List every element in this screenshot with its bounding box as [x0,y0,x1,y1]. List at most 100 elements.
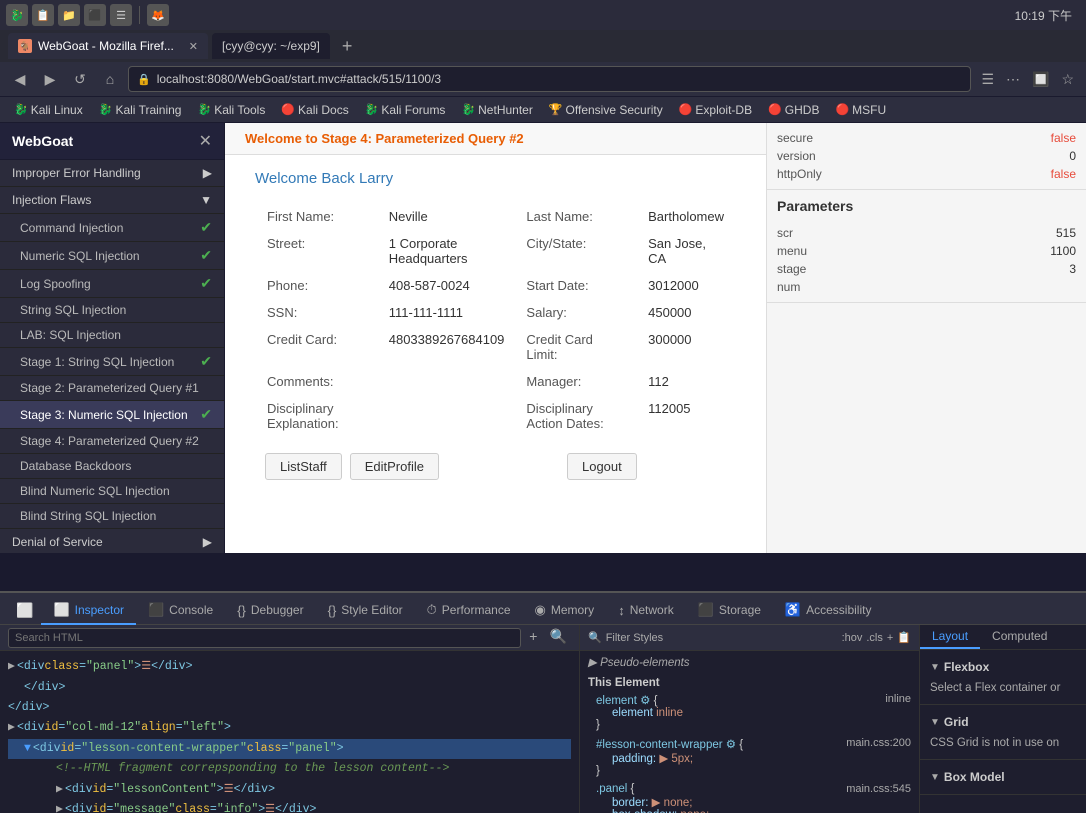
pocket-icon[interactable]: 🔲 [1028,69,1053,90]
sidebar-close-button[interactable]: ✕ [199,131,212,151]
storage-icon: ⬛ [698,602,714,618]
taskbar-dragon-icon[interactable]: 🐉 [6,4,28,26]
extensions-icon[interactable]: ⋯ [1002,69,1024,90]
sidebar-item-numeric-sql[interactable]: Numeric SQL Injection ✔ [0,242,224,270]
html-line-selected[interactable]: ▼ <div id="lesson-content-wrapper" class… [8,739,571,759]
sidebar-item-stage3[interactable]: Stage 3: Numeric SQL Injection ✔ [0,401,224,429]
style-close-brace: } [596,765,911,777]
reload-button[interactable]: ↺ [68,67,92,91]
sidebar-item-stage4[interactable]: Stage 4: Parameterized Query #2 [0,429,224,454]
label-disc-dates: Disciplinary Action Dates: [516,396,636,436]
layout-tab-layout[interactable]: Layout [920,625,980,649]
sidebar-item-command-injection[interactable]: Command Injection ✔ [0,214,224,242]
star-icon[interactable]: ☆ [1057,69,1078,90]
bookmark-nethunter[interactable]: 🐉 NetHunter [455,101,538,119]
devtools-picktool[interactable]: ⬜ [8,597,41,625]
bookmark-offensive-security[interactable]: 🏆 Offensive Security [543,101,669,119]
value-citystate: San Jose, CA [638,231,734,271]
label-salary: Salary: [516,300,636,325]
sidebar-item-blind-string[interactable]: Blind String SQL Injection [0,504,224,529]
devtools-tab-storage[interactable]: ⬛ Storage [686,597,773,625]
html-panel: + 🔍 ▶ <div class="panel"> ☰ </div> </div… [0,625,580,813]
home-button[interactable]: ⌂ [98,67,122,91]
table-row: Disciplinary Explanation: Disciplinary A… [257,396,734,436]
forward-button[interactable]: ▶ [38,67,62,91]
copy-rules-button[interactable]: 📋 [897,631,911,644]
html-line: <!--HTML fragment correpsponding to the … [8,759,571,779]
bookmark-kali-forums[interactable]: 🐉 Kali Forums [359,101,452,119]
browser-tab-close[interactable]: ✕ [189,40,198,53]
chevron-icon: ▼ [930,772,940,783]
value-disc-explain [379,396,515,436]
devtools-tab-console[interactable]: ⬛ Console [136,597,225,625]
taskbar-terminal-icon[interactable]: ⬛ [84,4,106,26]
hov-button[interactable]: :hov [842,632,863,644]
devtools-tab-debugger[interactable]: {} Debugger [225,597,315,625]
arrow-icon: ▶ [203,166,212,180]
html-line: </div> [8,698,571,718]
sidebar-item-lab-sql[interactable]: LAB: SQL Injection [0,323,224,348]
bookmark-kali-training[interactable]: 🐉 Kali Training [93,101,188,119]
taskbar-workspace-icon[interactable]: 📋 [32,4,54,26]
back-button[interactable]: ◀ [8,67,32,91]
style-source-main200: main.css:200 [846,737,911,749]
list-staff-button[interactable]: ListStaff [265,453,342,480]
html-line: ▶ <div class="panel"> ☰ </div> [8,657,571,678]
sidebar-item-string-sql[interactable]: String SQL Injection [0,298,224,323]
network-icon: ↕ [618,603,625,618]
devtools-tab-performance[interactable]: ⏱ Performance [415,597,523,625]
sidebar-item-stage1[interactable]: Stage 1: String SQL Injection ✔ [0,348,224,376]
address-bar[interactable]: 🔒 localhost:8080/WebGoat/start.mvc#attac… [128,66,971,92]
devtools-tab-memory[interactable]: ◉ Memory [523,597,607,625]
logout-button[interactable]: Logout [567,453,637,480]
new-tab-button[interactable]: + [334,36,361,57]
sidebar-item-blind-numeric[interactable]: Blind Numeric SQL Injection [0,479,224,504]
bookmark-ghdb[interactable]: 🔴 GHDB [762,101,825,119]
browser-tab-terminal[interactable]: [cyy@cyy: ~/exp9] [212,33,330,59]
pseudo-elements-header[interactable]: ▶ Pseudo-elements [588,655,911,669]
devtools-tab-network[interactable]: ↕ Network [606,597,686,625]
devtools-tab-accessibility[interactable]: ♿ Accessibility [773,597,884,625]
bookmark-kali-linux[interactable]: 🐉 Kali Linux [8,101,89,119]
storage-label: Storage [719,603,761,617]
value-startdate: 3012000 [638,273,734,298]
sidebar-section-dos[interactable]: Denial of Service ▶ [0,529,224,553]
bookmark-exploit-db[interactable]: 🔴 Exploit-DB [673,101,758,119]
sidebar-section-improper-error[interactable]: Improper Error Handling ▶ [0,160,224,187]
welcome-name: Larry [359,170,393,187]
pick-element-button[interactable]: 🔍 [546,629,571,646]
layout-flexbox-section: ▼ Flexbox Select a Flex container or [920,650,1086,705]
taskbar-files-icon[interactable]: 📁 [58,4,80,26]
bookmarks-icon[interactable]: ☰ [977,69,998,90]
value-creditcard: 4803389267684109 [379,327,515,367]
boxmodel-header[interactable]: ▼ Box Model [930,766,1076,788]
devtools: ⬜ ⬜ Inspector ⬛ Console {} Debugger {} S… [0,591,1086,813]
browser-chrome: ◀ ▶ ↺ ⌂ 🔒 localhost:8080/WebGoat/start.m… [0,62,1086,97]
edit-profile-button[interactable]: EditProfile [350,453,439,480]
add-rule-button[interactable]: + [887,632,893,644]
add-node-button[interactable]: + [525,630,541,646]
devtools-tab-inspector[interactable]: ⬜ Inspector [41,597,136,625]
grid-header[interactable]: ▼ Grid [930,711,1076,733]
taskbar-firefox-icon[interactable]: 🦊 [147,4,169,26]
sidebar-item-db-backdoors[interactable]: Database Backdoors [0,454,224,479]
layout-tab-computed[interactable]: Computed [980,625,1059,649]
bookmark-kali-docs[interactable]: 🔴 Kali Docs [275,101,354,119]
devtools-tab-style-editor[interactable]: {} Style Editor [316,597,415,625]
sidebar-item-log-spoofing[interactable]: Log Spoofing ✔ [0,270,224,298]
html-search-input[interactable] [8,628,521,648]
taskbar-box-icon[interactable]: ☰ [110,4,132,26]
check-icon: ✔ [200,219,212,236]
style-editor-icon: {} [328,603,337,618]
bookmark-msfu[interactable]: 🔴 MSFU [829,101,892,119]
browser-tab-webgoat[interactable]: 🐐 WebGoat - Mozilla Firef... ✕ [8,33,208,59]
cls-button[interactable]: .cls [866,632,883,644]
sidebar-item-stage2[interactable]: Stage 2: Parameterized Query #1 [0,376,224,401]
taskbar-separator [139,6,140,24]
console-label: Console [169,603,213,617]
sidebar-section-injection[interactable]: Injection Flaws ▼ [0,187,224,214]
layout-panel-tabs: Layout Computed [920,625,1086,650]
bookmark-kali-tools[interactable]: 🐉 Kali Tools [191,101,271,119]
pseudo-elements-label: Pseudo-elements [600,657,690,669]
flexbox-header[interactable]: ▼ Flexbox [930,656,1076,678]
